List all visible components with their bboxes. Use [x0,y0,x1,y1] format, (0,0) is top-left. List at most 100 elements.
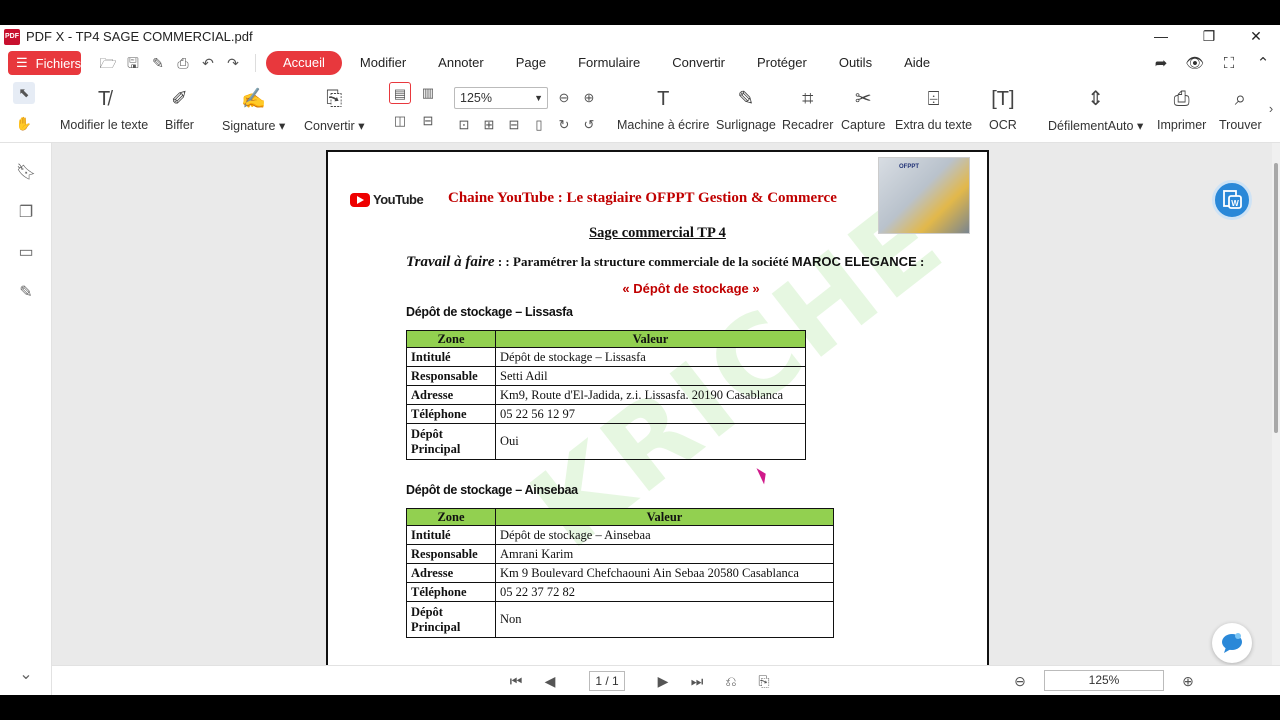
tool-recadrer[interactable]: ⌗ Recadrer [782,84,833,132]
depot-heading: Dépôt de stockage – Lissasfa [406,305,573,319]
tab-formulaire[interactable]: Formulaire [564,51,654,75]
select-tool-icon[interactable]: ⬉ [13,82,35,104]
app-logo-icon: PDF [4,28,20,45]
undo-icon[interactable]: ↶ [196,52,220,74]
ofppt-logo-text: OFPPT [899,164,920,170]
tool-ocr[interactable]: [T] OCR [989,84,1017,132]
zoom-in-icon[interactable]: ⊕ [1177,671,1199,691]
share-icon[interactable]: ➦ [1144,54,1178,72]
chevron-down-icon: ▾ [358,119,365,133]
menu-separator [255,54,256,72]
task-statement: Travail à faire : : Paramétrer la struct… [406,254,925,270]
tool-trouver[interactable]: ⌕ Trouver [1219,84,1262,132]
chevron-right-icon[interactable]: › [1263,98,1279,120]
rotate-right-icon[interactable]: ↻ [553,114,575,136]
table-row: Intitulé Dépôt de stockage – Lissasfa [406,347,806,367]
fit-width-icon[interactable]: ⊟ [503,114,525,136]
fit-visible-icon[interactable]: ▯ [528,114,550,136]
fit-page-icon[interactable]: ⊞ [478,114,500,136]
last-page-icon[interactable]: ⏭ [686,671,708,691]
continuous-page-icon[interactable]: ▥ [417,82,439,104]
vertical-scrollbar[interactable] [1272,143,1280,665]
collapse-ribbon-icon[interactable]: ⌃ [1246,54,1280,72]
tool-surlignage[interactable]: ✎ Surlignage [716,84,776,132]
depot-heading: Dépôt de stockage – Ainsebaa [406,483,578,497]
tool-capture[interactable]: ✂ Capture [841,84,885,132]
ai-assistant-icon[interactable] [1212,623,1252,663]
signature-icon: ✍ [241,88,267,110]
menu-bar: ☰ Fichiers 🗁 🖫 ✎ ⎙ ↶ ↷ Accueil Modifier … [0,48,1280,78]
extract-text-icon: ⌹ [927,88,940,110]
ofppt-finance-image: OFPPT [878,157,970,234]
chevron-down-icon: ▾ [279,119,286,133]
svg-text:W: W [1231,199,1239,208]
auto-scroll-icon: ⇕ [1087,88,1104,110]
table-row: Responsable Amrani Karim [406,544,834,564]
title-bar: PDF PDF X - TP4 SAGE COMMERCIAL.pdf — ❐ … [0,25,1280,48]
document-viewer[interactable]: KRICHE YouTube Chaine YouTube : Le stagi… [52,143,1272,665]
zoom-out-icon[interactable]: ⊖ [1009,671,1031,691]
fichiers-label: Fichiers [35,55,82,71]
save-as-icon[interactable]: ✎ [146,52,170,74]
page-number-field[interactable]: 1 / 1 [589,671,625,691]
scrollbar-thumb[interactable] [1274,163,1278,433]
tab-page[interactable]: Page [502,51,560,75]
cover-page-icon[interactable]: ⊟ [417,110,439,132]
rotate-left-icon[interactable]: ↺ [578,114,600,136]
tool-modifier-texte[interactable]: T̸ Modifier le texte [60,84,148,132]
crop-icon: ⌗ [802,88,814,110]
fullscreen-icon[interactable]: ⛶ [1212,55,1246,72]
tab-proteger[interactable]: Protéger [743,51,821,75]
zoom-level-field[interactable]: 125% [1044,670,1164,691]
tool-imprimer[interactable]: ⎙ Imprimer [1157,84,1206,132]
print-icon[interactable]: ⎙ [171,52,195,74]
actual-size-icon[interactable]: ⊡ [453,114,475,136]
depot-table: Zone Valeur Intitulé Dépôt de stockage – … [406,508,834,638]
tool-extra-texte[interactable]: ⌹ Extra du texte [895,84,972,132]
previous-page-icon[interactable]: ◀ [539,671,561,691]
previous-view-icon[interactable]: ⎌ [720,671,742,691]
zoom-out-icon[interactable]: ⊖ [553,87,575,109]
tool-signature[interactable]: ✍ Signature ▾ [222,84,285,133]
restore-icon[interactable]: ❐ [1186,25,1232,48]
typewriter-icon: T [657,88,670,110]
close-icon[interactable]: ✕ [1233,25,1279,48]
tab-accueil[interactable]: Accueil [266,51,342,75]
hand-tool-icon[interactable]: ✋ [13,113,35,135]
tab-convertir[interactable]: Convertir [658,51,739,75]
signatures-panel-icon[interactable]: ✎ [14,281,38,305]
tool-biffer[interactable]: ✐ Biffer [165,84,194,132]
redo-icon[interactable]: ↷ [221,52,245,74]
table-row: Adresse Km 9 Boulevard Chefchaouni Ain Se… [406,563,834,583]
table-header-row: Zone Valeur [406,330,806,348]
next-page-icon[interactable]: ▶ [652,671,674,691]
next-view-icon[interactable]: ⎘ [753,671,775,691]
window-title: PDF X - TP4 SAGE COMMERCIAL.pdf [26,29,253,44]
chevron-down-icon[interactable]: ⌄ [14,663,38,687]
convert-to-word-icon[interactable]: W [1212,180,1252,220]
convert-icon: ⎘ [326,88,343,110]
document-title: Sage commercial TP 4 [589,225,726,241]
tab-aide[interactable]: Aide [890,51,944,75]
tool-machine-a-ecrire[interactable]: T Machine à écrire [617,84,709,132]
read-mode-icon[interactable]: 👁 [1178,54,1212,72]
open-folder-icon[interactable]: 🗁 [96,52,120,74]
first-page-icon[interactable]: ⏮ [505,671,527,691]
tab-modifier[interactable]: Modifier [346,51,420,75]
printer-icon: ⎙ [1173,88,1190,110]
tool-defilement-auto[interactable]: ⇕ DéfilementAuto ▾ [1048,84,1143,133]
tab-outils[interactable]: Outils [825,51,886,75]
save-icon[interactable]: 🖫 [121,52,145,74]
zoom-in-icon[interactable]: ⊕ [578,87,600,109]
fichiers-button[interactable]: ☰ Fichiers [8,51,81,75]
bookmark-icon[interactable]: 🔖︎ [14,161,38,185]
zoom-select[interactable]: 125% ▼ [454,87,548,109]
single-page-icon[interactable]: ▤ [389,82,411,104]
tool-convertir[interactable]: ⎘ Convertir ▾ [304,84,364,133]
thumbnails-icon[interactable]: ❐ [14,201,38,225]
two-page-icon[interactable]: ◫ [389,110,411,132]
table-row: Responsable Setti Adil [406,366,806,386]
minimize-icon[interactable]: — [1138,25,1184,48]
tab-annoter[interactable]: Annoter [424,51,498,75]
comments-icon[interactable]: ▭ [14,241,38,265]
